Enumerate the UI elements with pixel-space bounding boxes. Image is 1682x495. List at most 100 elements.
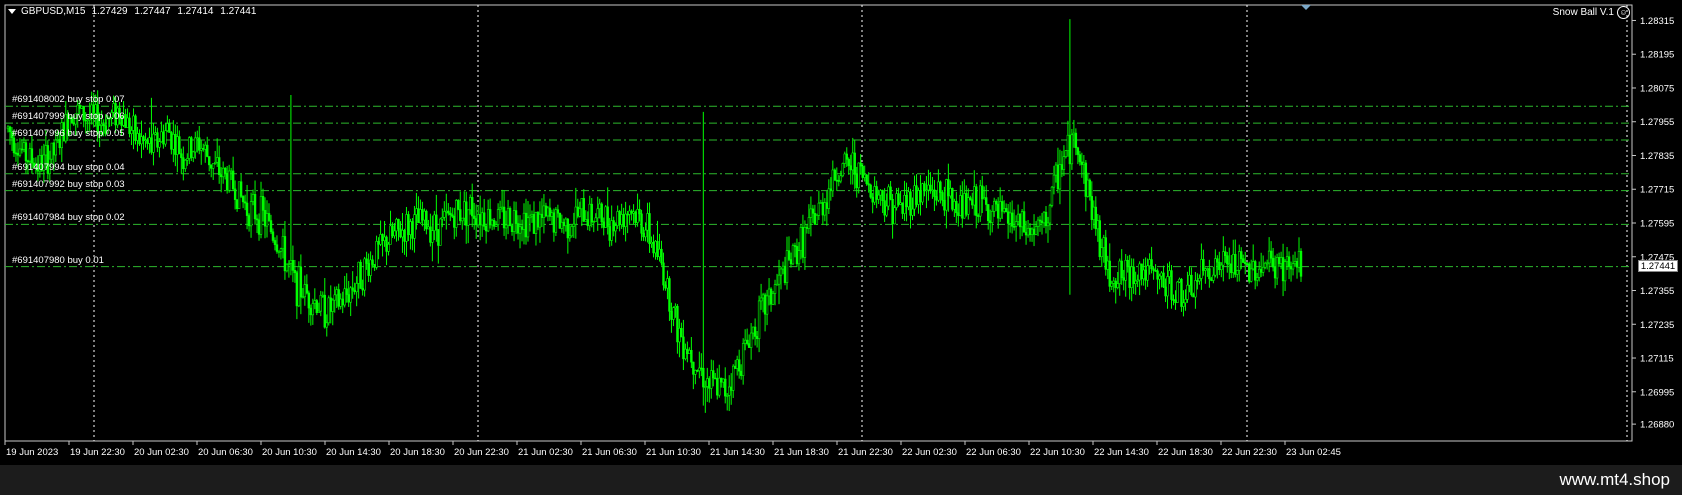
candle-body <box>530 214 534 217</box>
expert-advisor-label[interactable]: Snow Ball V.1 ☺ <box>1553 6 1630 19</box>
candle-body <box>1114 280 1117 288</box>
candle-body <box>889 186 892 200</box>
candle-body <box>427 226 430 230</box>
candle-body <box>979 185 982 217</box>
ohlc-values: 1.27429 1.27447 1.27414 1.27441 <box>91 6 260 17</box>
candle-body <box>496 209 500 225</box>
candle-body <box>283 236 287 272</box>
candle-body <box>919 190 922 203</box>
candle-body <box>349 287 352 303</box>
chart-canvas[interactable]: 1.28315 1.28195 1.28075 1.27955 1.27835 1.277… <box>0 0 1682 465</box>
candle-body <box>929 184 932 191</box>
candle-body <box>403 230 406 242</box>
candle-body <box>947 179 950 197</box>
order-label[interactable]: #691407992 buy stop 0.03 <box>12 179 125 190</box>
candle-body <box>1072 132 1076 136</box>
candle-body <box>953 200 956 210</box>
collapse-triangle-icon[interactable] <box>8 9 16 14</box>
candle-body <box>415 208 418 215</box>
candle-body <box>339 298 342 307</box>
candle-body <box>550 212 554 217</box>
candle-body <box>184 159 187 169</box>
candle-body <box>277 250 281 253</box>
time-tick-label: 21 Jun 10:30 <box>646 447 701 458</box>
candle-body <box>371 259 374 265</box>
candle-body <box>767 288 771 297</box>
order-label[interactable]: #691407999 buy stop 0.06 <box>12 111 125 122</box>
candle-body <box>994 200 998 205</box>
candle-body <box>148 137 151 144</box>
order-label[interactable]: #691407984 buy stop 0.02 <box>12 212 125 223</box>
candle-body <box>925 189 928 192</box>
candle-body <box>1138 263 1141 281</box>
candle-body <box>239 181 243 197</box>
candle-body <box>130 130 133 134</box>
candle-body <box>1112 280 1115 284</box>
candle-body <box>241 196 245 203</box>
candle-body <box>662 262 665 286</box>
candle-body <box>789 259 793 265</box>
candle-body <box>1206 268 1209 270</box>
candle-body <box>1226 255 1229 265</box>
candle-body <box>190 137 193 158</box>
candle-body <box>981 185 984 200</box>
chart-window[interactable]: 1.28315 1.28195 1.28075 1.27955 1.27835 1.277… <box>0 0 1682 465</box>
price-tick-label: 1.27355 <box>1640 286 1674 297</box>
site-url[interactable]: www.mt4.shop <box>1559 470 1670 490</box>
candle-body <box>648 213 651 245</box>
candle-body <box>178 136 181 154</box>
candle-body <box>206 144 209 157</box>
candle-body <box>269 220 273 233</box>
candle-body <box>343 288 346 306</box>
candle-body <box>506 208 510 226</box>
candle-body <box>309 307 313 316</box>
candle-body <box>488 209 492 226</box>
candle-body <box>739 370 743 376</box>
time-tick-label: 21 Jun 14:30 <box>710 447 765 458</box>
candle-body <box>1214 258 1217 276</box>
candle-body <box>690 350 693 363</box>
candle-body <box>959 195 962 216</box>
candle-body <box>937 181 940 201</box>
candle-body <box>586 219 589 227</box>
candle-body <box>1006 211 1010 224</box>
order-label[interactable]: #691407980 buy 0.01 <box>12 255 104 266</box>
candle-body <box>208 156 211 166</box>
candle-body <box>323 294 326 328</box>
candle-body <box>377 241 380 245</box>
candle-body <box>1148 259 1151 267</box>
candle-body <box>301 296 305 299</box>
candle-body <box>620 214 623 226</box>
candle-body <box>843 153 846 164</box>
order-label[interactable]: #691407996 buy stop 0.05 <box>12 128 125 139</box>
candle-body <box>737 359 741 372</box>
order-label[interactable]: #691408002 buy stop 0.07 <box>12 94 125 105</box>
candle-body <box>233 188 237 200</box>
candle-body <box>463 201 466 219</box>
candle-body <box>684 348 687 360</box>
candle-body <box>465 201 468 226</box>
candle-body <box>6 126 10 130</box>
candle-body <box>588 203 591 227</box>
candle-body <box>917 190 920 205</box>
candle-body <box>686 348 689 354</box>
candle-body <box>419 209 422 224</box>
chart-header: GBPUSD,M15 1.27429 1.27447 1.27414 1.274… <box>8 6 260 17</box>
candle-body <box>1297 250 1301 268</box>
candle-body <box>1144 269 1147 281</box>
candle-body <box>596 208 599 219</box>
candle-body <box>1002 208 1006 212</box>
candle-body <box>253 194 257 220</box>
candle-body <box>572 223 576 227</box>
order-label[interactable]: #691407994 buy stop 0.04 <box>12 162 125 173</box>
candle-body <box>401 230 404 238</box>
candle-body <box>1230 263 1233 274</box>
candle-body <box>227 170 231 191</box>
candle-body <box>381 234 384 242</box>
candle-body <box>829 188 833 192</box>
candle-body <box>100 123 103 126</box>
candle-body <box>78 104 81 109</box>
candle-body <box>644 229 647 238</box>
candle-body <box>578 208 581 217</box>
candle-body <box>1142 269 1145 280</box>
